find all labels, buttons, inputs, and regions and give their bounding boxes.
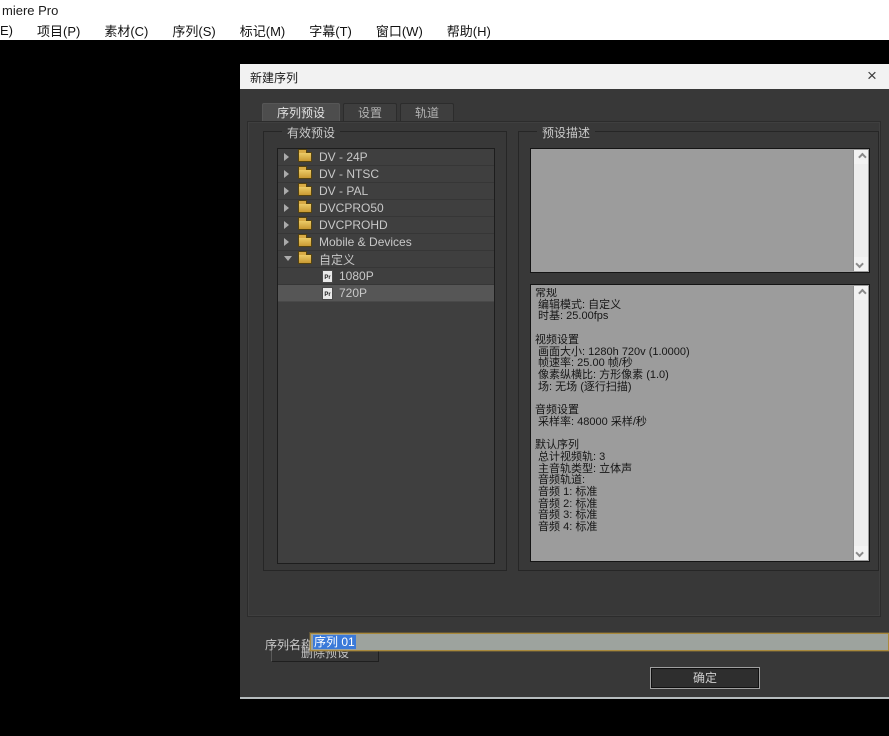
folder-icon	[298, 254, 312, 264]
app-menubar: miere Pro E) 项目(P) 素材(C) 序列(S) 标记(M) 字幕(…	[0, 0, 889, 40]
sequence-name-input[interactable]: 序列 01	[310, 633, 889, 651]
folder-icon	[298, 152, 312, 162]
folder-icon	[298, 169, 312, 179]
dialog-tabs: 序列预设 设置 轨道	[262, 103, 457, 122]
scrollbar-down-icon[interactable]	[854, 257, 868, 271]
collapse-arrow-icon[interactable]	[284, 250, 294, 268]
folder-icon	[298, 186, 312, 196]
preset-details-box: 常规 编辑模式: 自定义 时基: 25.00fps 视频设置 画面大小: 128…	[530, 284, 870, 562]
dialog-titlebar: 新建序列 ×	[240, 64, 889, 89]
menu-item-sequence[interactable]: 序列(S)	[160, 21, 227, 40]
expand-arrow-icon[interactable]	[284, 199, 294, 217]
preset-tree: DV - 24P DV - NTSC DV - PAL DVCPRO50	[277, 148, 495, 564]
tree-item-1080p[interactable]: Pr 1080P	[278, 268, 494, 285]
tree-item-dv-pal[interactable]: DV - PAL	[278, 183, 494, 200]
preset-description-group: 预设描述 常规 编辑模式: 自定义 时基: 25.00fps 视频设置 画面大小…	[518, 131, 879, 571]
dialog-title: 新建序列	[250, 69, 298, 86]
sequence-name-label: 序列名称:	[265, 636, 316, 653]
menu-item-help[interactable]: 帮助(H)	[435, 21, 503, 40]
scrollbar-up-icon[interactable]	[854, 150, 868, 164]
tree-item-dv-ntsc[interactable]: DV - NTSC	[278, 166, 494, 183]
menu-item-title[interactable]: 字幕(T)	[297, 21, 364, 40]
menu-item-edit-partial[interactable]: E)	[0, 23, 25, 38]
menu-item-marker[interactable]: 标记(M)	[228, 21, 298, 40]
summary-scrollbar[interactable]	[853, 150, 868, 271]
tree-item-dv-24p[interactable]: DV - 24P	[278, 149, 494, 166]
tree-item-dvcprohd[interactable]: DVCPROHD	[278, 217, 494, 234]
preset-summary-text	[535, 152, 849, 270]
preset-description-label: 预设描述	[537, 124, 595, 141]
expand-arrow-icon[interactable]	[284, 216, 294, 234]
preset-file-icon: Pr	[322, 270, 333, 283]
available-presets-label: 有效预设	[282, 124, 340, 141]
available-presets-group: 有效预设 DV - 24P DV - NTSC DV - PAL	[263, 131, 507, 571]
tree-item-dvcpro50[interactable]: DVCPRO50	[278, 200, 494, 217]
tab-tracks[interactable]: 轨道	[400, 103, 454, 122]
preset-summary-box	[530, 148, 870, 273]
scrollbar-up-icon[interactable]	[854, 286, 868, 300]
ok-button[interactable]: 确定	[650, 667, 760, 689]
folder-icon	[298, 203, 312, 213]
new-sequence-dialog: 新建序列 × 序列预设 设置 轨道 有效预设 DV - 24P DV - NTS…	[240, 64, 889, 699]
tab-content-frame: 有效预设 DV - 24P DV - NTSC DV - PAL	[247, 121, 881, 617]
folder-icon	[298, 237, 312, 247]
preset-details-text: 常规 编辑模式: 自定义 时基: 25.00fps 视频设置 画面大小: 128…	[535, 288, 849, 559]
tree-item-custom[interactable]: 自定义	[278, 251, 494, 268]
expand-arrow-icon[interactable]	[284, 165, 294, 183]
close-icon[interactable]: ×	[861, 66, 883, 86]
tab-settings[interactable]: 设置	[343, 103, 397, 122]
expand-arrow-icon[interactable]	[284, 182, 294, 200]
menu-item-window[interactable]: 窗口(W)	[364, 21, 435, 40]
scrollbar-down-icon[interactable]	[854, 546, 868, 560]
tree-item-mobile-devices[interactable]: Mobile & Devices	[278, 234, 494, 251]
tab-sequence-presets[interactable]: 序列预设	[262, 103, 340, 122]
window-title: miere Pro	[2, 3, 58, 18]
menu-row: E) 项目(P) 素材(C) 序列(S) 标记(M) 字幕(T) 窗口(W) 帮…	[0, 21, 503, 40]
sequence-name-selected-text: 序列 01	[313, 635, 356, 649]
expand-arrow-icon[interactable]	[284, 233, 294, 251]
menu-item-clip[interactable]: 素材(C)	[92, 21, 160, 40]
expand-arrow-icon[interactable]	[284, 148, 294, 166]
details-scrollbar[interactable]	[853, 286, 868, 560]
preset-file-icon: Pr	[322, 287, 333, 300]
menu-item-project[interactable]: 项目(P)	[25, 21, 92, 40]
folder-icon	[298, 220, 312, 230]
tree-item-720p[interactable]: Pr 720P	[278, 285, 494, 302]
